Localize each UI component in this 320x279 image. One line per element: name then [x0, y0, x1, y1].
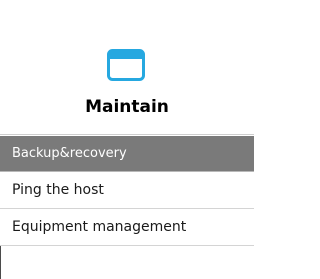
menu-item-equipment-management[interactable]: Equipment management — [0, 209, 254, 246]
menu-item-backup-recovery[interactable]: Backup&recovery — [0, 136, 254, 172]
menu-item-ping-host[interactable]: Ping the host — [0, 172, 254, 209]
section-title: Maintain — [85, 97, 169, 117]
header-divider — [0, 134, 254, 135]
maintain-menu: Backup&recovery Ping the host Equipment … — [0, 136, 254, 246]
maintain-header: Maintain — [0, 0, 254, 135]
window-icon — [107, 49, 145, 81]
